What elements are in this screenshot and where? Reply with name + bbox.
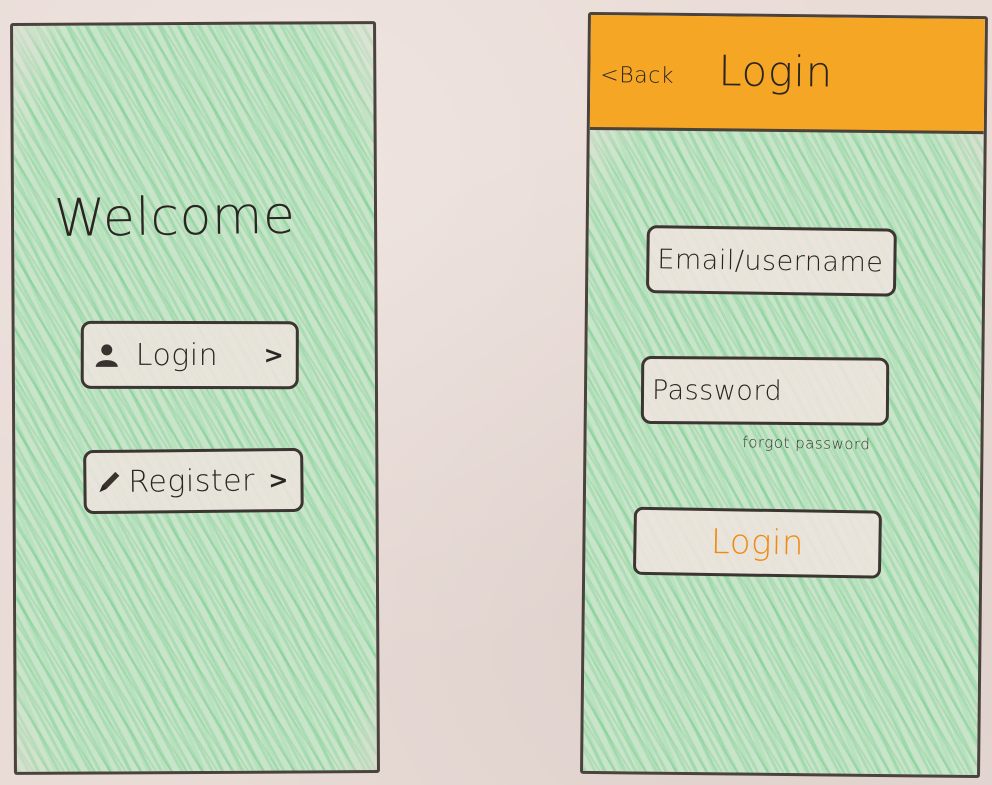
forgot-password-link[interactable]: forgot password bbox=[742, 433, 870, 453]
register-button[interactable]: Register > bbox=[83, 447, 304, 515]
login-screen: <Back Login Email/username Password forg… bbox=[580, 11, 988, 779]
login-button-label: Login bbox=[135, 337, 219, 373]
user-icon bbox=[92, 340, 122, 370]
login-button[interactable]: Login > bbox=[80, 320, 299, 390]
back-button[interactable]: <Back bbox=[600, 63, 674, 89]
pencil-icon bbox=[94, 467, 124, 497]
register-button-label: Register bbox=[128, 462, 256, 500]
chevron-right-icon: > bbox=[268, 466, 289, 495]
welcome-screen: Welcome Login > Register > bbox=[10, 21, 380, 775]
login-header: <Back Login bbox=[589, 14, 985, 135]
password-field[interactable]: Password bbox=[640, 355, 890, 426]
green-scribble-background bbox=[13, 24, 377, 772]
chevron-right-icon: > bbox=[263, 341, 284, 370]
email-username-field[interactable]: Email/username bbox=[645, 225, 897, 297]
welcome-title: Welcome bbox=[53, 185, 296, 250]
login-submit-button[interactable]: Login bbox=[632, 506, 882, 579]
login-header-title: Login bbox=[718, 46, 834, 97]
